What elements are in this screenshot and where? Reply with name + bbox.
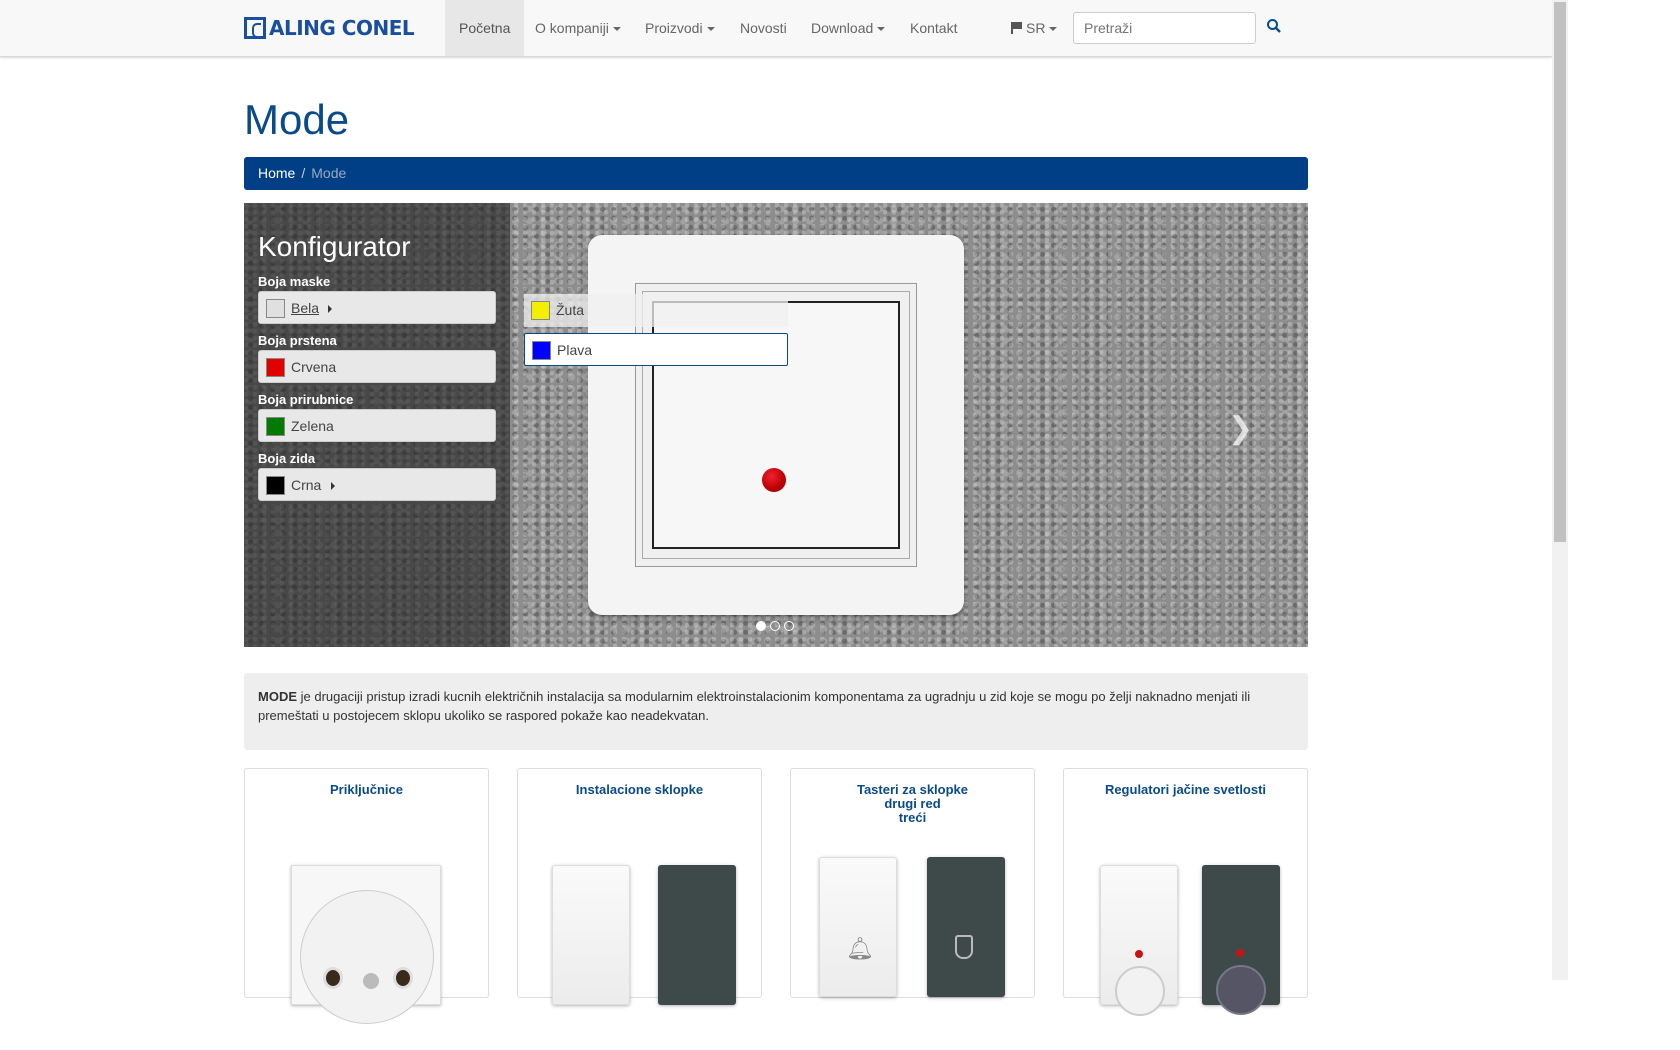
switch-module-dark-image bbox=[658, 865, 736, 1005]
configurator-panel: Konfigurator Boja maske Bela Boja prsten… bbox=[244, 203, 510, 647]
color-swatch bbox=[266, 358, 285, 377]
switch-module-white-image bbox=[552, 865, 630, 1005]
nav-proizvodi[interactable]: Proizvodi bbox=[631, 0, 729, 56]
flange-color-value: Zelena bbox=[291, 418, 334, 434]
mask-color-value: Bela bbox=[291, 300, 320, 316]
wall-color-label: Boja zida bbox=[258, 451, 316, 466]
carousel-dot[interactable] bbox=[770, 621, 780, 631]
flange-color-label: Boja prirubnice bbox=[258, 392, 354, 407]
bell-icon: 🔔︎ bbox=[846, 936, 874, 961]
triangle-right-icon bbox=[331, 482, 335, 490]
ring-color-select[interactable]: Crvena bbox=[258, 350, 496, 383]
color-swatch bbox=[266, 417, 285, 436]
wall-color-select[interactable]: Crna bbox=[258, 468, 496, 501]
product-card[interactable]: Regulatori jačine svetlosti bbox=[1063, 768, 1308, 1016]
page-title: Mode bbox=[244, 96, 350, 143]
card-title[interactable]: Regulatori jačine svetlosti bbox=[1064, 783, 1307, 797]
logo-icon bbox=[244, 17, 266, 39]
configurator: Konfigurator Boja maske Bela Boja prsten… bbox=[244, 203, 1308, 647]
nav-pocetna[interactable]: Početna bbox=[445, 0, 525, 56]
color-swatch bbox=[531, 301, 550, 320]
caret-down-icon bbox=[706, 27, 715, 32]
product-card[interactable]: Instalacione sklopke bbox=[517, 768, 762, 1005]
configurator-title: Konfigurator bbox=[258, 231, 411, 262]
intro-text-box: MODE je drugaciji pristup izradi kucnih … bbox=[244, 673, 1308, 750]
mask-color-label: Boja maske bbox=[258, 274, 331, 289]
color-swatch bbox=[266, 299, 285, 318]
flag-icon bbox=[1011, 22, 1023, 34]
flange-color-select[interactable]: Zelena bbox=[258, 409, 496, 442]
search-icon[interactable] bbox=[1266, 18, 1282, 34]
lamp-icon bbox=[955, 935, 973, 959]
caret-down-icon bbox=[612, 27, 621, 32]
intro-body: je drugaciji pristup izradi kucnih elekt… bbox=[258, 689, 1251, 723]
pushbutton-module-white-image: 🔔︎ bbox=[819, 857, 897, 997]
mask-color-select[interactable]: Bela bbox=[258, 291, 496, 324]
caret-down-icon bbox=[1049, 27, 1058, 32]
nav-download[interactable]: Download bbox=[797, 0, 899, 56]
breadcrumb: Home / Mode bbox=[244, 157, 1308, 190]
nav-novosti[interactable]: Novosti bbox=[726, 0, 801, 56]
color-swatch bbox=[266, 476, 285, 495]
color-swatch bbox=[532, 341, 551, 360]
dropdown-option-yellow[interactable]: Žuta bbox=[524, 294, 788, 327]
brand-name: ALING CONEL bbox=[269, 16, 415, 40]
search-input[interactable] bbox=[1073, 12, 1256, 44]
triangle-right-icon bbox=[328, 305, 332, 313]
dropdown-option-blue[interactable]: Plava bbox=[524, 333, 788, 366]
carousel-dot[interactable] bbox=[756, 621, 766, 631]
caret-down-icon bbox=[877, 27, 886, 32]
nav-kontakt[interactable]: Kontakt bbox=[896, 0, 971, 56]
pushbutton-module-dark-image bbox=[927, 857, 1005, 997]
dimmer-module-dark-image bbox=[1202, 865, 1280, 1015]
socket-image bbox=[291, 865, 441, 1024]
breadcrumb-separator: / bbox=[301, 165, 306, 181]
nav-o-kompaniji[interactable]: O kompaniji bbox=[521, 0, 635, 56]
wall-color-value: Crna bbox=[291, 477, 322, 493]
card-title[interactable]: Instalacione sklopke bbox=[518, 783, 761, 797]
switch-led bbox=[762, 468, 786, 492]
card-title[interactable]: Priključnice bbox=[245, 783, 488, 797]
card-title[interactable]: Tasteri za sklopke drugi red treći bbox=[791, 783, 1034, 825]
carousel-indicators bbox=[756, 621, 794, 631]
breadcrumb-current: Mode bbox=[311, 165, 347, 181]
brand-logo[interactable]: ALING CONEL bbox=[244, 16, 415, 40]
navbar: ALING CONEL Početna O kompaniji Proizvod… bbox=[0, 0, 1552, 57]
product-card[interactable]: Priključnice bbox=[244, 768, 489, 1024]
scrollbar-thumb[interactable] bbox=[1554, 2, 1566, 542]
language-selector[interactable]: SR bbox=[1011, 0, 1058, 56]
chevron-right-icon[interactable]: ❯ bbox=[1228, 411, 1253, 446]
ring-color-label: Boja prstena bbox=[258, 333, 337, 348]
intro-bold: MODE bbox=[258, 689, 297, 704]
breadcrumb-home-link[interactable]: Home bbox=[258, 165, 295, 181]
product-card[interactable]: Tasteri za sklopke drugi red treći 🔔︎ bbox=[790, 768, 1035, 998]
ring-color-value: Crvena bbox=[291, 359, 337, 375]
carousel-dot[interactable] bbox=[784, 621, 794, 631]
dimmer-module-white-image bbox=[1100, 865, 1178, 1016]
